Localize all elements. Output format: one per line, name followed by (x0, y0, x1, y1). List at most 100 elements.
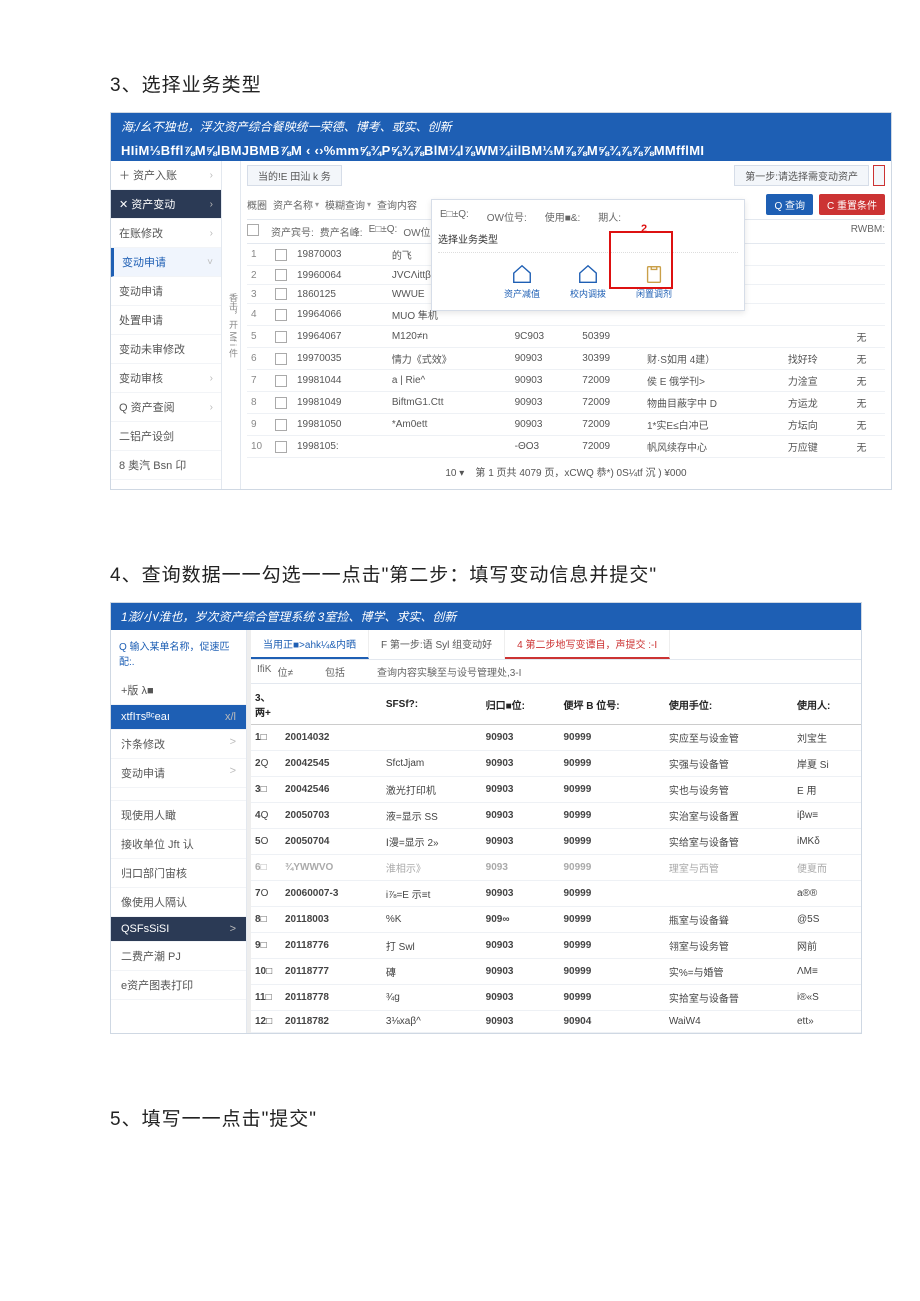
chevron-icon: › (210, 170, 213, 181)
th-index: 3、两+ (251, 684, 281, 725)
table-row[interactable]: 11□20118778¾g9090390999实拾室与设备晉i®«S (251, 985, 861, 1011)
sidebar-item[interactable] (111, 788, 246, 801)
filter-name-label[interactable]: 资产名称▾ (273, 194, 319, 215)
system2-title-bar: 1澎/小/淮也，岁次资产综合管理系统 3室捡、博学、求实、创新 (111, 603, 861, 630)
table-row[interactable]: 10□20118777磚9090390999实%=与婚管ΛM≡ (251, 959, 861, 985)
table-row[interactable]: 619970035情力《式效》9090330399财·S如用 4建）找好玲无 (247, 348, 885, 370)
dialog-col-ow: OW位号: (487, 209, 527, 224)
table-row[interactable]: 9□20118776打 Swl9090390999翎室与设务管网前 (251, 933, 861, 959)
sidebar-item-label: Q 资产查阅 (119, 399, 175, 415)
dialog-col-use: 使用■&: (545, 209, 581, 224)
step-tab[interactable]: 4 第二步地写变谭自，声提交 :-I (505, 630, 670, 659)
step-3-heading: 3、选择业务类型 (110, 70, 860, 97)
sidebar-search-hint[interactable]: Q 输入某单名称，促速匹配:. (111, 630, 246, 676)
step-two-tab-placeholder[interactable] (873, 165, 885, 186)
query-button[interactable]: Q 查询 (766, 194, 813, 215)
table-row[interactable]: 4Q20050703液=显示 SS9090390999实治室与设备置iβw≡ (251, 803, 861, 829)
sidebar-item[interactable]: ✕ 资产变动 › (111, 190, 221, 219)
step-one-tab[interactable]: 第一步:请选择需变动资产 (734, 165, 869, 186)
vertical-hint: 香击，开 Mf i 件 (222, 161, 241, 489)
row-checkbox[interactable] (275, 249, 287, 261)
row-checkbox[interactable] (275, 331, 287, 343)
filter-scope-label: 概圈 (247, 194, 267, 215)
current-task-tab[interactable]: 当的!E 田汕 k 务 (247, 165, 342, 186)
step-tab[interactable]: 当用正■>ahk¼&内晒 (251, 630, 369, 659)
table-row[interactable]: 8□20118003%K909∞90999瓶室与设备聳@5S (251, 907, 861, 933)
system1-sidebar: ＋ 资产入账› ✕ 资产变动 › 在账修改›变动申请˅变动申请处置申请变动未审修改变动… (111, 161, 222, 489)
table-row[interactable]: 2Q20042545SfctJjam9090390999实强与设备管岸夏 Si (251, 751, 861, 777)
sidebar-item[interactable]: QSFsSiSI> (111, 917, 246, 942)
row-checkbox[interactable] (275, 288, 287, 300)
filter-fuzzy-label[interactable]: 模糊查询▾ (325, 194, 371, 215)
sidebar-item[interactable]: 接收单位 Jft 认 (111, 830, 246, 859)
col-rwbm: RWBM: (851, 224, 885, 239)
row-checkbox[interactable] (275, 269, 287, 281)
row-checkbox[interactable] (275, 375, 287, 387)
sidebar-item[interactable]: xtfIтsᴮᶜeaıx/l (111, 705, 246, 730)
chevron-icon: › (210, 373, 213, 384)
per-page-select[interactable]: 10 (445, 468, 456, 479)
sidebar-item[interactable]: 处置申请 (111, 306, 221, 335)
sidebar-item-label: 变动未审修改 (119, 341, 185, 357)
sidebar-item[interactable]: Q 资产查阅 › (111, 393, 221, 422)
sidebar-item[interactable]: 变动未审修改 (111, 335, 221, 364)
on-campus-transfer-icon[interactable]: 校内调拨 (570, 263, 606, 300)
asset-decrease-icon[interactable]: 资产减值 (504, 263, 540, 300)
row-checkbox[interactable] (275, 441, 287, 453)
sidebar-item-label: 二铝产设剑 (119, 428, 174, 444)
table-row[interactable]: 3□20042546激光打印机9090390999实也与设务管E 用 (251, 777, 861, 803)
col-asset-id: 资产宾号: (271, 224, 314, 239)
sidebar-item[interactable]: 归口部门宙核 (111, 859, 246, 888)
select-all-checkbox[interactable] (247, 224, 259, 236)
sidebar-item[interactable]: ＋ 资产入账› (111, 161, 221, 190)
table-row[interactable]: 12□201187823⅛xaβ^9090390904WaiW4ett» (251, 1011, 861, 1033)
table-row[interactable]: 719981044a | Rie^9090372009侯 E 俄学刊>力淦宣无 (247, 370, 885, 392)
col-storage: E□±Q: (369, 224, 398, 239)
th-bian: 便坪 B 位号: (559, 684, 664, 725)
chevron-icon: > (230, 736, 236, 752)
sidebar-item[interactable]: 变动申请> (111, 759, 246, 788)
table-row[interactable]: 6□¾YWWVO淮相示》909390999理室与西管便夏而 (251, 855, 861, 881)
th-ren: 使用人: (793, 684, 861, 725)
table-row[interactable]: 101998105:-ΘO372009帆风续存中心万应键无 (247, 436, 885, 458)
sidebar-item-label: ✕ 资产变动 (119, 196, 175, 212)
sidebar-item[interactable]: 汴条修改> (111, 730, 246, 759)
chevron-icon: › (210, 402, 213, 413)
th-guikou: 归口■位: (482, 684, 560, 725)
sidebar-item[interactable]: 变动审核› (111, 364, 221, 393)
sidebar-item[interactable]: e资产图表打印 (111, 971, 246, 1000)
table-row[interactable]: 819981049BiftmG1.Ctt9090372009物曲目蔽字中 D方运… (247, 392, 885, 414)
sidebar-item[interactable]: 现使用人瞰 (111, 801, 246, 830)
dialog-col-storage: E□±Q: (440, 209, 469, 224)
sidebar-item[interactable]: 8 奥汽 Bsn 卬 (111, 451, 221, 480)
table-row[interactable]: 7O20060007-3i⅞=E 示≡t9090390999a®® (251, 881, 861, 907)
table-row[interactable]: 5O20050704Ⅰ漫=显示 2»9090390999实给室与设备管iMKδ (251, 829, 861, 855)
sidebar-item[interactable]: 二铝产设剑 (111, 422, 221, 451)
chevron-icon: › (210, 199, 213, 210)
table-row[interactable]: 1□200140329090390999实应至与设金管刘宝生 (251, 725, 861, 751)
table-row[interactable]: 519964067M120≠n9C90350399无 (247, 326, 885, 348)
sidebar-item[interactable]: +版 λ■ (111, 676, 246, 705)
sidebar-item[interactable]: 像使用人隔认 (111, 888, 246, 917)
chevron-icon: ˅ (207, 257, 213, 268)
hdr-wei: 位≠ (277, 664, 293, 679)
table-row[interactable]: 919981050*Am0ett90903720091*实E≤白冲已方坛向无 (247, 414, 885, 436)
step-tab[interactable]: F 第一步:语 Syl 组变动好 (369, 630, 505, 659)
system2-panel: 1澎/小/淮也，岁次资产综合管理系统 3室捡、博学、求实、创新 Q 输入某单名称… (110, 602, 862, 1034)
row-checkbox[interactable] (275, 397, 287, 409)
th-dw: 使用手位: (665, 684, 793, 725)
sidebar-item[interactable]: 变动申请˅ (111, 248, 221, 277)
sidebar-item[interactable]: 二费产潮 PJ (111, 942, 246, 971)
chevron-icon: > (230, 765, 236, 781)
system1-panel: 海;/幺不独也，浮次资产综合餐映统一荣德、博考、或实、创新 HIiM⅓Bffl⅞… (110, 112, 892, 490)
system2-data-table: 3、两+ SFSf?: 归口■位: 便坪 B 位号: 使用手位: 使用人: 1□… (251, 684, 861, 1033)
row-checkbox[interactable] (275, 353, 287, 365)
step-4-heading: 4、查询数据一一勾选一一点击"第二步：填写变动信息并提交" (110, 560, 860, 587)
reset-button[interactable]: C 重置条件 (819, 194, 885, 215)
sidebar-item[interactable]: 在账修改› (111, 219, 221, 248)
dialog-title: 选择业务类型 (438, 231, 738, 246)
row-checkbox[interactable] (275, 309, 287, 321)
row-checkbox[interactable] (275, 419, 287, 431)
step-5-heading: 5、填写一一点击"提交" (110, 1104, 860, 1131)
sidebar-item[interactable]: 变动申请 (111, 277, 221, 306)
